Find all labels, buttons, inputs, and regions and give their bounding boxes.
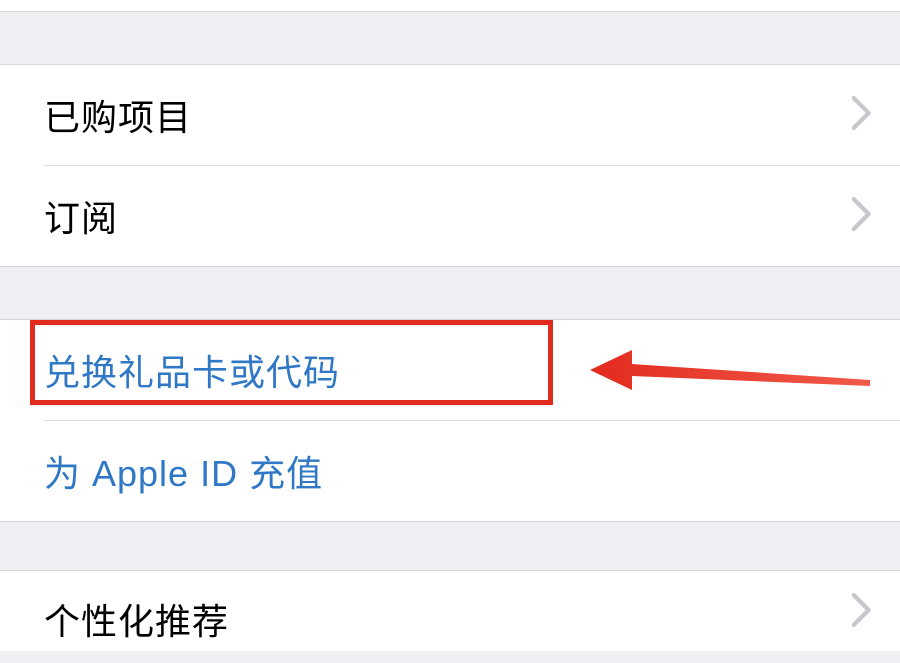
- row-personalized-recommendations[interactable]: 个性化推荐: [0, 571, 900, 651]
- section-gap: [0, 12, 900, 64]
- group-purchases: 已购项目 订阅: [0, 64, 900, 267]
- row-subscriptions-label: 订阅: [44, 190, 118, 242]
- row-purchased-label: 已购项目: [44, 89, 192, 141]
- row-redeem-gift-card[interactable]: 兑换礼品卡或代码: [0, 320, 900, 420]
- group-redeem: 兑换礼品卡或代码 为 Apple ID 充值: [0, 319, 900, 522]
- section-gap: [0, 522, 900, 570]
- row-subscriptions[interactable]: 订阅: [0, 166, 900, 266]
- chevron-right-icon: [852, 593, 872, 632]
- chevron-right-icon: [852, 197, 872, 236]
- row-purchased[interactable]: 已购项目: [0, 65, 900, 165]
- section-gap: [0, 267, 900, 319]
- group-personalized: 个性化推荐: [0, 570, 900, 651]
- chevron-right-icon: [852, 96, 872, 135]
- partial-row-top: [0, 0, 900, 12]
- row-redeem-label: 兑换礼品卡或代码: [44, 344, 340, 396]
- row-add-funds[interactable]: 为 Apple ID 充值: [0, 421, 900, 521]
- row-add-funds-label: 为 Apple ID 充值: [44, 445, 323, 497]
- row-personalized-label: 个性化推荐: [44, 593, 229, 645]
